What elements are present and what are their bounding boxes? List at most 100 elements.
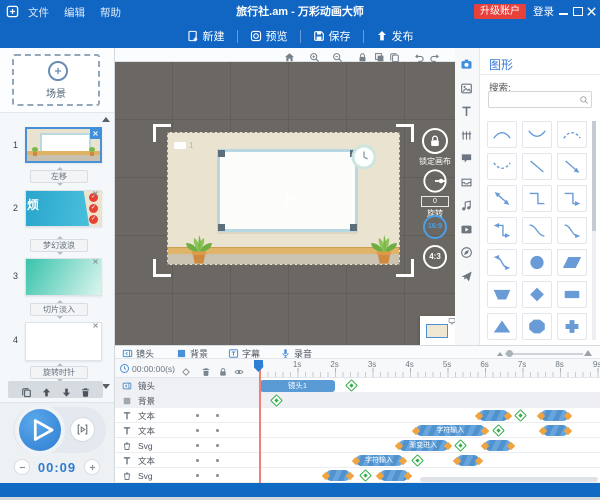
- ratio-4-3-button[interactable]: 4:3: [423, 245, 447, 269]
- menu-help[interactable]: 帮助: [100, 7, 121, 19]
- transition-button[interactable]: 左移: [30, 170, 88, 183]
- bottom-scrollbar[interactable]: [0, 483, 600, 497]
- preview-scene-button[interactable]: [70, 417, 95, 442]
- tool-video[interactable]: [460, 221, 475, 236]
- scene-stage[interactable]: 1: [167, 132, 400, 265]
- shape-double-arrow-diagonal[interactable]: [487, 185, 517, 212]
- scene-close-button[interactable]: [90, 256, 101, 267]
- track-bar[interactable]: 镜头1: [260, 380, 335, 392]
- ratio-16-9-button[interactable]: 16:9: [423, 215, 447, 239]
- timeline-scrollbar-thumb[interactable]: [420, 477, 598, 482]
- scene-thumbnail-1[interactable]: [25, 127, 102, 163]
- preview-button[interactable]: 预览: [250, 28, 288, 44]
- keyframe-marker[interactable]: [346, 379, 359, 392]
- track-bar[interactable]: [326, 470, 350, 481]
- track-bar[interactable]: [541, 410, 567, 421]
- track-label[interactable]: 文本: [115, 423, 260, 438]
- shape-arrow-diagonal[interactable]: [557, 153, 587, 180]
- transition-button[interactable]: 旋转时针: [30, 366, 88, 379]
- canvas[interactable]: 1 锁定画布 0 旋转 16:9 4:3: [115, 62, 455, 345]
- keyframe-marker[interactable]: [514, 409, 527, 422]
- track-label[interactable]: 文本: [115, 453, 260, 468]
- scene-close-button[interactable]: [90, 188, 101, 199]
- scene-close-button[interactable]: [90, 128, 101, 139]
- duplicate-button[interactable]: [21, 384, 32, 402]
- track-label[interactable]: 镜头: [115, 378, 260, 393]
- track-label[interactable]: 文本: [115, 408, 260, 423]
- shape-diamond[interactable]: [522, 281, 552, 308]
- tool-characters[interactable]: [460, 127, 475, 142]
- track-bar[interactable]: 字符输入: [416, 425, 485, 436]
- clock-object[interactable]: [351, 144, 377, 170]
- maximize-button[interactable]: [571, 5, 584, 18]
- tool-speech[interactable]: [460, 150, 475, 165]
- tool-text[interactable]: [460, 103, 475, 118]
- shape-triangle[interactable]: [487, 313, 517, 340]
- search-input[interactable]: [488, 91, 592, 108]
- tool-plane[interactable]: [460, 268, 475, 283]
- shape-circle[interactable]: [522, 249, 552, 276]
- shape-rectangle[interactable]: [557, 281, 587, 308]
- scene-thumbnail-3[interactable]: [25, 258, 102, 296]
- shape-elbow-double-arrow[interactable]: [487, 217, 517, 244]
- close-button[interactable]: [585, 5, 598, 18]
- lock-canvas-button[interactable]: [422, 128, 448, 154]
- zoom-in-large-icon[interactable]: [584, 350, 592, 356]
- track-bar[interactable]: [485, 440, 511, 451]
- tool-compass[interactable]: [460, 244, 475, 259]
- keyframe-marker[interactable]: [359, 469, 372, 482]
- scroll-down-icon[interactable]: [102, 384, 110, 389]
- tool-box[interactable]: [460, 174, 475, 189]
- play-button[interactable]: [19, 409, 61, 451]
- track-label[interactable]: Svg: [115, 468, 260, 483]
- new-button[interactable]: 新建: [187, 28, 225, 44]
- shape-curve-double-arrow[interactable]: [487, 249, 517, 276]
- tool-music[interactable]: [460, 197, 475, 212]
- login-button[interactable]: 登录: [533, 0, 554, 24]
- playhead-line[interactable]: [259, 360, 261, 483]
- shape-curve[interactable]: [522, 217, 552, 244]
- scene-thumbnail-4[interactable]: [25, 322, 102, 361]
- shape-cross[interactable]: [557, 313, 587, 340]
- add-scene-button[interactable]: 场景: [12, 54, 100, 106]
- shape-arc-up[interactable]: [487, 121, 517, 148]
- keyframe-marker[interactable]: [271, 394, 284, 407]
- track-bar[interactable]: 渐变进入: [399, 440, 448, 451]
- shape-line-diagonal[interactable]: [522, 153, 552, 180]
- delete-button[interactable]: [80, 384, 91, 402]
- shape-parallelogram[interactable]: [557, 249, 587, 276]
- shape-elbow-connector[interactable]: [522, 185, 552, 212]
- upgrade-account-button[interactable]: 升级账户: [474, 4, 526, 19]
- rotate-input[interactable]: 0: [421, 196, 449, 207]
- shape-curve-arrow[interactable]: [557, 217, 587, 244]
- menu-file[interactable]: 文件: [28, 7, 49, 19]
- menu-edit[interactable]: 编辑: [64, 7, 85, 19]
- move-down-button[interactable]: [61, 384, 72, 402]
- timeline-zoom-slider[interactable]: [497, 349, 592, 357]
- minimize-button[interactable]: [557, 5, 570, 18]
- shape-trapezoid[interactable]: [487, 281, 517, 308]
- transition-button[interactable]: 梦幻波浪: [30, 239, 88, 252]
- track-bar[interactable]: 字符输入: [356, 455, 403, 466]
- track-label[interactable]: Svg: [115, 438, 260, 453]
- track-bar[interactable]: [479, 410, 507, 421]
- shapes-scrollbar[interactable]: [592, 121, 596, 340]
- shape-arc-up-dashed[interactable]: [557, 121, 587, 148]
- minimap-panel[interactable]: [420, 316, 455, 345]
- move-up-button[interactable]: [41, 384, 52, 402]
- scene-close-button[interactable]: [90, 320, 101, 331]
- transition-button[interactable]: 切片淡入: [30, 303, 88, 316]
- track-label[interactable]: 背景: [115, 393, 260, 408]
- keyframe-marker[interactable]: [411, 454, 424, 467]
- track-bar[interactable]: [457, 455, 480, 466]
- publish-button[interactable]: 发布: [376, 28, 414, 44]
- shape-arc-down[interactable]: [522, 121, 552, 148]
- plant-object[interactable]: [184, 229, 214, 265]
- tool-image[interactable]: [460, 80, 475, 95]
- zoom-slider-knob[interactable]: [506, 350, 513, 357]
- plant-object[interactable]: [369, 229, 399, 265]
- shape-arc-down-dashed[interactable]: [487, 153, 517, 180]
- scroll-up-icon[interactable]: [102, 117, 110, 122]
- track-bar[interactable]: [543, 425, 567, 436]
- time-minus-button[interactable]: [14, 459, 30, 475]
